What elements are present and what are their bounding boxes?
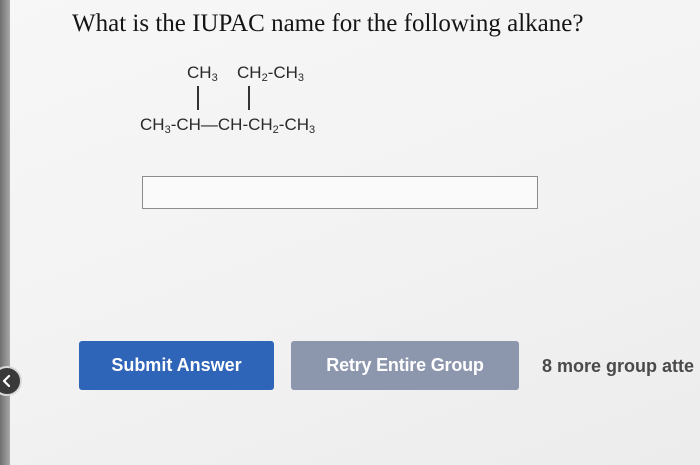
- retry-entire-group-button[interactable]: Retry Entire Group: [291, 341, 519, 390]
- substituent-methyl: CH3: [187, 63, 218, 84]
- submit-answer-button[interactable]: Submit Answer: [79, 341, 274, 390]
- main-chain: CH3-CH—CH-CH2-CH3: [140, 115, 316, 136]
- bond-line: [197, 86, 199, 110]
- answer-input[interactable]: [142, 176, 538, 209]
- substituent-ethyl: CH2-CH3: [237, 63, 305, 84]
- back-arrow-icon[interactable]: [0, 366, 22, 396]
- back-arrow-glyph: [2, 374, 11, 388]
- bond-line: [248, 86, 250, 110]
- alkane-structure: CH3 CH2-CH3 CH3-CH—CH-CH2-CH3: [140, 58, 380, 148]
- question-text: What is the IUPAC name for the following…: [72, 10, 584, 37]
- group-attempts-remaining: 8 more group atte: [542, 356, 695, 376]
